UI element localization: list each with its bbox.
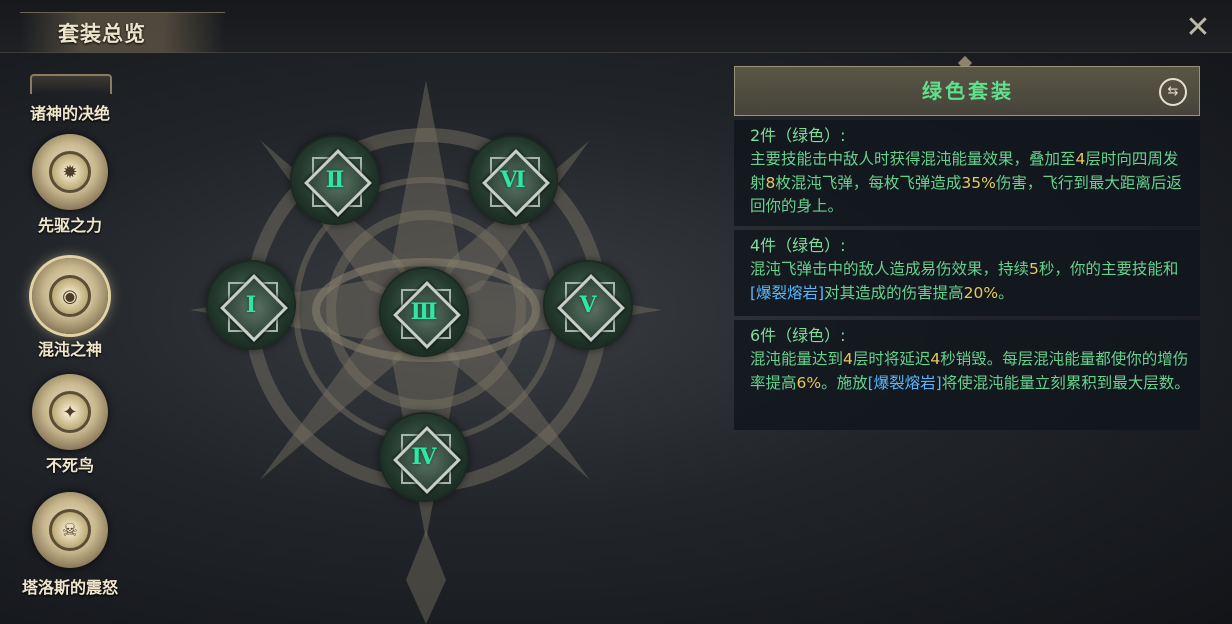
- sidebar-item-label: 先驱之力: [37, 216, 102, 235]
- panel-header: 绿色套装 ⇆: [734, 66, 1200, 116]
- phoenix-emblem-icon: ✦: [32, 374, 108, 450]
- swap-icon[interactable]: ⇆: [1159, 78, 1187, 106]
- bonus-description: 主要技能击中敌人时获得混沌能量效果，叠加至4层时向四周发射8枚混沌飞弹，每枚飞弹…: [750, 148, 1190, 219]
- sidebar-item-label: 混沌之神: [37, 340, 102, 359]
- sidebar-item-talos-wrath[interactable]: ☠ 塔洛斯的震怒: [10, 492, 130, 598]
- text-segment: 混沌能量达到: [750, 350, 844, 368]
- sidebar-item-label: 塔洛斯的震怒: [21, 578, 118, 597]
- text-segment: 。: [998, 283, 1014, 302]
- eye-emblem-icon: ◉: [32, 258, 108, 334]
- bonus-2-piece: 2件（绿色）: 主要技能击中敌人时获得混沌能量效果，叠加至4层时向四周发射8枚混…: [734, 120, 1200, 226]
- text-segment: 秒，你的主要技能和: [1038, 260, 1179, 278]
- set-node-5[interactable]: Ⅴ: [545, 262, 631, 348]
- sun-emblem-icon: ✹: [32, 134, 108, 210]
- highlight-value: 4: [843, 350, 853, 368]
- sidebar-ornament: [30, 74, 112, 94]
- highlight-value: 35%: [961, 173, 996, 192]
- set-node-3[interactable]: Ⅲ: [381, 269, 467, 355]
- skill-keyword: [爆裂熔岩]: [867, 373, 942, 392]
- sidebar-item-pioneer-power[interactable]: ✹ 先驱之力: [10, 134, 130, 236]
- set-sidebar: 诸神的决绝 ✹ 先驱之力 ◉ 混沌之神 ✦ 不死鸟 ☠ 塔洛斯的震怒: [10, 72, 130, 624]
- set-node-2[interactable]: Ⅱ: [292, 137, 378, 223]
- bonus-description: 混沌能量达到4层时将延迟4秒销毁。每层混沌能量都使你的增伤率提高6%。施放[爆裂…: [750, 348, 1190, 395]
- highlight-value: 5: [1029, 260, 1039, 278]
- set-node-1[interactable]: Ⅰ: [208, 262, 294, 348]
- page-title: 套装总览: [58, 21, 146, 46]
- highlight-value: 20%: [963, 283, 999, 302]
- highlight-value: 8: [765, 173, 776, 192]
- text-segment: 层时将延迟: [852, 350, 931, 368]
- bonus-4-piece: 4件（绿色）: 混沌飞弹击中的敌人造成易伤效果，持续5秒，你的主要技能和 [爆裂熔…: [734, 230, 1200, 316]
- text-segment: 主要技能击中敌人时获得混沌能量效果，叠加至: [750, 150, 1076, 168]
- sidebar-item-label: 诸神的决绝: [29, 104, 110, 123]
- set-emblem-art: Ⅱ Ⅵ Ⅰ Ⅲ Ⅴ Ⅳ: [170, 60, 670, 624]
- highlight-value: 6%: [796, 373, 822, 392]
- bonus-header: 4件（绿色）:: [750, 236, 846, 255]
- sidebar-item-label: 不死鸟: [45, 456, 94, 475]
- skull-emblem-icon: ☠: [32, 492, 108, 568]
- sidebar-item-phoenix[interactable]: ✦ 不死鸟: [10, 374, 130, 476]
- close-icon[interactable]: ✕: [1182, 12, 1214, 44]
- highlight-value: 4: [930, 350, 941, 368]
- skill-keyword: [爆裂熔岩]: [750, 283, 825, 302]
- set-node-4[interactable]: Ⅳ: [381, 414, 467, 500]
- text-segment: 混沌飞弹击中的敌人造成易伤效果，持续: [750, 260, 1030, 278]
- highlight-value: 4: [1075, 150, 1086, 168]
- sidebar-item-divine-resolve[interactable]: 诸神的决绝: [10, 100, 130, 124]
- bonus-header: 6件（绿色）:: [750, 326, 846, 345]
- set-detail-panel: 绿色套装 ⇆ 2件（绿色）: 主要技能击中敌人时获得混沌能量效果，叠加至4层时向…: [734, 55, 1202, 440]
- text-segment: 枚混沌飞弹，每枚飞弹造成: [775, 173, 962, 192]
- bonus-header: 2件（绿色）:: [750, 126, 846, 145]
- bonus-6-piece: 6件（绿色）: 混沌能量达到4层时将延迟4秒销毁。每层混沌能量都使你的增伤率提高…: [734, 320, 1200, 430]
- sidebar-item-chaos-god[interactable]: ◉ 混沌之神: [10, 258, 130, 360]
- set-title: 绿色套装: [922, 79, 1014, 103]
- text-segment: 将使混沌能量立刻累积到最大层数。: [941, 373, 1190, 392]
- text-segment: 对其造成的伤害提高: [824, 283, 964, 302]
- text-segment: 。施放: [821, 373, 868, 392]
- top-bar: 套装总览 ✕: [0, 0, 1232, 53]
- set-node-6[interactable]: Ⅵ: [470, 137, 556, 223]
- bonus-description: 混沌飞弹击中的敌人造成易伤效果，持续5秒，你的主要技能和 [爆裂熔岩]对其造成的伤…: [750, 258, 1190, 305]
